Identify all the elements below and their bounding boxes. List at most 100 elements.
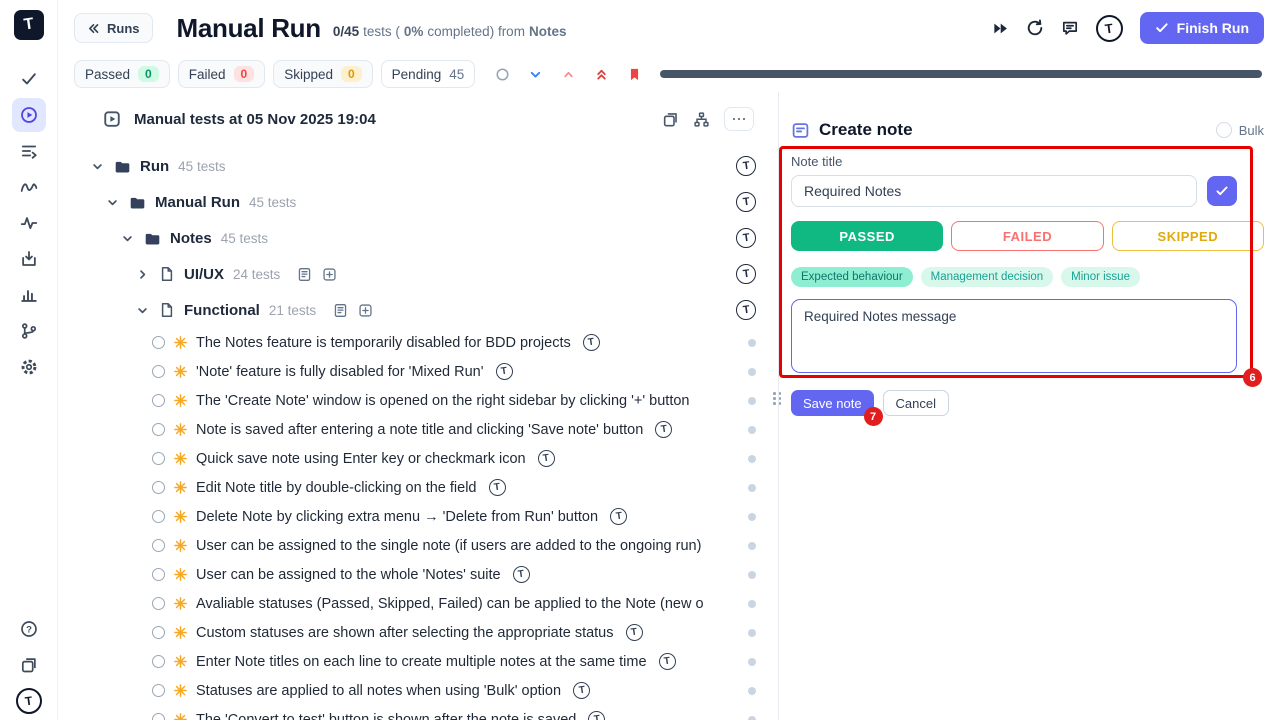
testomat-logo-icon[interactable]: T bbox=[1096, 15, 1123, 42]
cancel-button[interactable]: Cancel bbox=[883, 390, 949, 416]
test-row[interactable]: Delete Note by clicking extra menu → 'De… bbox=[58, 502, 778, 531]
test-row[interactable]: The Notes feature is temporarily disable… bbox=[58, 328, 778, 357]
history-icon[interactable] bbox=[1026, 19, 1044, 37]
projects-icon[interactable] bbox=[12, 648, 46, 682]
chevron-down-icon[interactable] bbox=[90, 159, 105, 174]
test-radio[interactable] bbox=[152, 394, 165, 407]
filter-chip[interactable]: Pending 45 bbox=[381, 60, 476, 88]
chevron-down-icon[interactable] bbox=[528, 67, 543, 82]
bulk-toggle[interactable]: Bulk bbox=[1216, 122, 1264, 138]
feedback-icon[interactable] bbox=[1061, 19, 1079, 37]
chevron-down-icon[interactable] bbox=[120, 231, 135, 246]
testomat-badge-icon[interactable]: T bbox=[736, 192, 756, 212]
quick-save-button[interactable] bbox=[1207, 176, 1237, 206]
test-radio[interactable] bbox=[152, 539, 165, 552]
settings-icon[interactable] bbox=[12, 350, 46, 384]
chevron-down-icon[interactable] bbox=[135, 267, 150, 282]
test-radio[interactable] bbox=[152, 452, 165, 465]
test-radio[interactable] bbox=[152, 626, 165, 639]
copy-icon[interactable] bbox=[662, 111, 679, 128]
test-radio[interactable] bbox=[152, 568, 165, 581]
bookmark-icon[interactable] bbox=[627, 67, 642, 82]
test-radio[interactable] bbox=[152, 481, 165, 494]
reports-icon[interactable] bbox=[12, 278, 46, 312]
finish-run-button[interactable]: Finish Run bbox=[1140, 12, 1264, 44]
circle-icon[interactable] bbox=[495, 67, 510, 82]
chevron-down-icon[interactable] bbox=[105, 195, 120, 210]
testomat-badge-icon[interactable]: T bbox=[736, 300, 756, 320]
tree-folder-row[interactable]: Run 45 tests T bbox=[58, 148, 778, 184]
tag-chip[interactable]: Expected behaviour bbox=[791, 267, 913, 287]
folder-icon bbox=[114, 158, 131, 175]
back-to-runs-button[interactable]: Runs bbox=[74, 13, 153, 43]
app-logo[interactable]: T bbox=[14, 10, 44, 40]
chevron-down-icon[interactable] bbox=[135, 303, 150, 318]
status-button-passed[interactable]: PASSED bbox=[791, 221, 943, 251]
test-row[interactable]: The 'Convert to test' button is shown af… bbox=[58, 705, 778, 720]
fast-forward-icon[interactable] bbox=[992, 20, 1009, 37]
test-row[interactable]: Note is saved after entering a note titl… bbox=[58, 415, 778, 444]
testomat-badge-icon[interactable]: T bbox=[736, 228, 756, 248]
filter-chip[interactable]: Failed 0 bbox=[178, 60, 265, 88]
chevron-up-icon[interactable] bbox=[561, 67, 576, 82]
filter-chip[interactable]: Skipped 0 bbox=[273, 60, 372, 88]
test-radio[interactable] bbox=[152, 510, 165, 523]
runs-icon[interactable] bbox=[12, 98, 46, 132]
testomat-logo-icon[interactable]: T bbox=[12, 684, 46, 718]
branches-icon[interactable] bbox=[12, 314, 46, 348]
test-row[interactable]: Custom statuses are shown after selectin… bbox=[58, 618, 778, 647]
more-options-button[interactable] bbox=[724, 107, 754, 131]
activity-icon[interactable] bbox=[12, 206, 46, 240]
test-row[interactable]: Edit Note title by double-clicking on th… bbox=[58, 473, 778, 502]
signature-icon[interactable] bbox=[12, 170, 46, 204]
testomat-badge-icon[interactable]: T bbox=[736, 156, 756, 176]
add-test-icon[interactable] bbox=[358, 303, 373, 318]
bulk-checkbox[interactable] bbox=[1216, 122, 1232, 138]
test-row[interactable]: User can be assigned to the single note … bbox=[58, 531, 778, 560]
test-radio[interactable] bbox=[152, 423, 165, 436]
run-progress-bar[interactable] bbox=[660, 70, 1262, 78]
test-row[interactable]: 'Note' feature is fully disabled for 'Mi… bbox=[58, 357, 778, 386]
tag-chip[interactable]: Minor issue bbox=[1061, 267, 1140, 287]
test-plans-icon[interactable] bbox=[12, 134, 46, 168]
hierarchy-icon[interactable] bbox=[693, 111, 710, 128]
test-radio[interactable] bbox=[152, 655, 165, 668]
test-row[interactable]: Avaliable statuses (Passed, Skipped, Fai… bbox=[58, 589, 778, 618]
test-radio[interactable] bbox=[152, 684, 165, 697]
test-row[interactable]: The 'Create Note' window is opened on th… bbox=[58, 386, 778, 415]
folder-label: Notes bbox=[170, 230, 212, 247]
svg-text:?: ? bbox=[26, 625, 32, 636]
test-radio[interactable] bbox=[152, 713, 165, 720]
test-radio[interactable] bbox=[152, 336, 165, 349]
test-row[interactable]: User can be assigned to the whole 'Notes… bbox=[58, 560, 778, 589]
tree-folder-row[interactable]: UI/UX 24 tests T bbox=[58, 256, 778, 292]
import-icon[interactable] bbox=[12, 242, 46, 276]
tree-folder-row[interactable]: Notes 45 tests T bbox=[58, 220, 778, 256]
test-row[interactable]: Enter Note titles on each line to create… bbox=[58, 647, 778, 676]
status-button-failed[interactable]: FAILED bbox=[951, 221, 1103, 251]
testomat-badge-icon: T bbox=[513, 566, 530, 583]
progress-source-link[interactable]: Notes bbox=[529, 24, 567, 39]
help-icon[interactable]: ? bbox=[12, 612, 46, 646]
testomat-badge-icon[interactable]: T bbox=[736, 264, 756, 284]
note-panel-header: Create note Bulk bbox=[791, 116, 1264, 144]
tests-icon[interactable] bbox=[12, 62, 46, 96]
test-row[interactable]: Statuses are applied to all notes when u… bbox=[58, 676, 778, 705]
report-icon[interactable] bbox=[333, 303, 348, 318]
note-message-input[interactable]: Required Notes message bbox=[791, 299, 1237, 373]
report-icon[interactable] bbox=[297, 267, 312, 282]
badge-letter: T bbox=[542, 453, 550, 465]
test-row[interactable]: Quick save note using Enter key or check… bbox=[58, 444, 778, 473]
save-note-button[interactable]: Save note 7 bbox=[791, 390, 874, 416]
status-button-skipped[interactable]: SKIPPED bbox=[1112, 221, 1264, 251]
filter-chip[interactable]: Passed 0 bbox=[74, 60, 170, 88]
tree-folder-row[interactable]: Functional 21 tests T bbox=[58, 292, 778, 328]
note-title-input[interactable] bbox=[791, 175, 1197, 207]
tag-chip[interactable]: Management decision bbox=[921, 267, 1054, 287]
pane-resize-handle[interactable] bbox=[773, 392, 782, 405]
test-radio[interactable] bbox=[152, 365, 165, 378]
tree-folder-row[interactable]: Manual Run 45 tests T bbox=[58, 184, 778, 220]
double-chevron-up-icon[interactable] bbox=[594, 67, 609, 82]
test-radio[interactable] bbox=[152, 597, 165, 610]
add-test-icon[interactable] bbox=[322, 267, 337, 282]
